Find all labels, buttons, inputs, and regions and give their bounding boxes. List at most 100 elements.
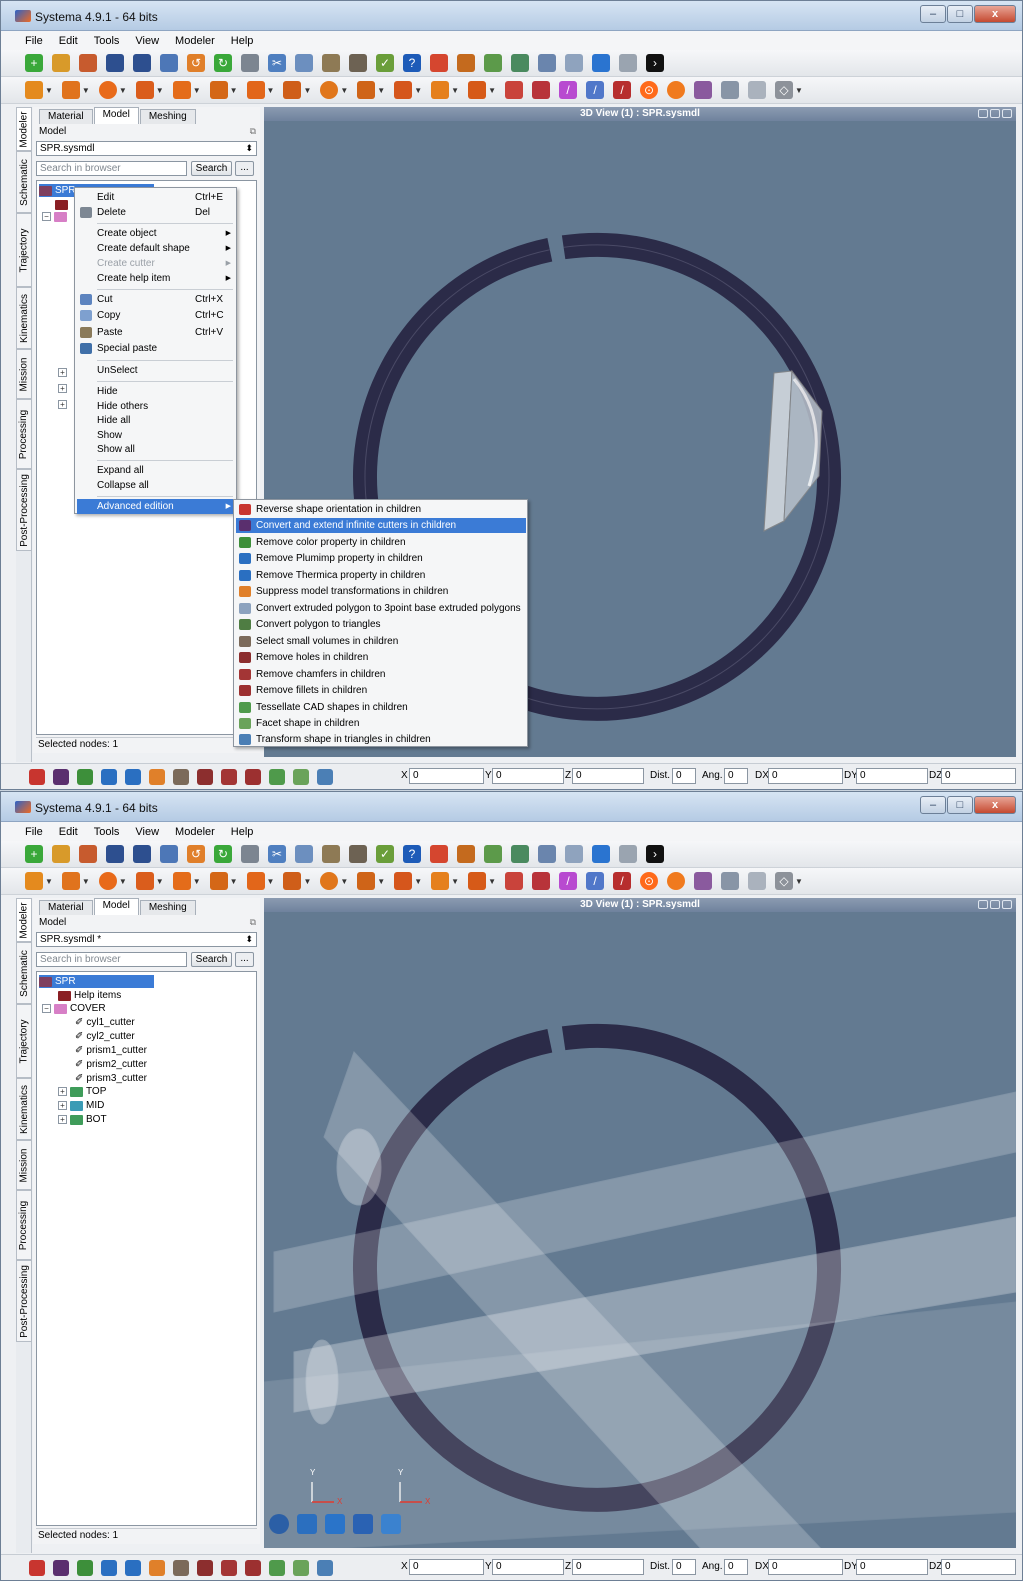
tab-post-processing[interactable]: Post-Processing xyxy=(16,469,32,551)
line-c-icon[interactable]: / xyxy=(612,81,631,99)
open-icon[interactable] xyxy=(52,845,70,863)
script-icon[interactable] xyxy=(592,54,610,72)
view-max-icon[interactable] xyxy=(990,900,1000,909)
panel-float-icon[interactable]: ⧉ xyxy=(250,917,256,928)
close-file-icon[interactable] xyxy=(79,845,97,863)
tree-node-cutter[interactable]: ✐ prism3_cutter xyxy=(75,1072,147,1085)
dx-field[interactable]: 0 xyxy=(768,1559,843,1575)
help-icon[interactable]: ? xyxy=(403,54,421,72)
chevron-down-icon[interactable]: ▼ xyxy=(340,877,348,886)
chevron-down-icon[interactable]: ▼ xyxy=(488,86,496,95)
search-input[interactable]: Search in browser xyxy=(36,161,187,176)
special-paste-icon[interactable] xyxy=(349,54,367,72)
tree-expander[interactable]: + xyxy=(58,382,67,395)
assembly-gray-icon[interactable] xyxy=(747,81,766,99)
menu-item-advanced-edition[interactable]: Advanced edition ▶ xyxy=(77,499,235,514)
submenu-item[interactable]: Remove Thermica property in children xyxy=(236,568,526,583)
paste-icon[interactable] xyxy=(322,54,340,72)
suppress-transform-icon[interactable] xyxy=(149,768,165,785)
image-export-icon[interactable] xyxy=(511,845,529,863)
chevron-down-icon[interactable]: ▼ xyxy=(488,877,496,886)
diamond-icon[interactable]: ◇ xyxy=(774,872,793,890)
menu-item-hide-all[interactable]: Hide all xyxy=(77,413,235,428)
3d-viewport[interactable]: Y X Y X xyxy=(264,912,1016,1548)
search-button[interactable]: Search xyxy=(191,952,232,967)
chevron-down-icon[interactable]: ▼ xyxy=(82,877,90,886)
submenu-item[interactable]: Suppress model transformations in childr… xyxy=(236,584,526,599)
remove-plumimp-icon[interactable] xyxy=(101,1559,117,1576)
grid-icon[interactable] xyxy=(538,845,556,863)
menu-item-expand-all[interactable]: Expand all xyxy=(77,463,235,478)
torus-shape-icon[interactable] xyxy=(357,872,376,890)
remove-thermica-icon[interactable] xyxy=(125,1559,141,1576)
maximize-button[interactable]: □ xyxy=(947,796,973,814)
menu-file[interactable]: File xyxy=(25,826,43,838)
save-icon[interactable] xyxy=(106,54,124,72)
dx-field[interactable]: 0 xyxy=(768,768,843,784)
menu-view[interactable]: View xyxy=(135,35,159,47)
menu-item-special-paste[interactable]: Special paste xyxy=(77,341,235,356)
chevron-down-icon[interactable]: ▼ xyxy=(45,86,53,95)
expand-icon[interactable]: + xyxy=(58,400,67,409)
sphere-shape-icon[interactable] xyxy=(98,81,117,99)
dz-field[interactable]: 0 xyxy=(941,768,1016,784)
group-icon[interactable] xyxy=(693,872,712,890)
remove-holes-icon[interactable] xyxy=(197,768,213,785)
tree-node-bot[interactable]: + BOT xyxy=(58,1113,107,1126)
copy-icon[interactable] xyxy=(295,54,313,72)
triangle-shape-icon[interactable] xyxy=(25,872,43,890)
undo-icon[interactable]: ↺ xyxy=(187,54,205,72)
tab-model[interactable]: Model xyxy=(93,107,139,124)
submenu-item-convert-cutters[interactable]: Convert and extend infinite cutters in c… xyxy=(236,518,526,533)
tree-node-spr[interactable]: SPR xyxy=(39,975,154,988)
chevron-down-icon[interactable]: ▼ xyxy=(230,877,238,886)
cutter-b-icon[interactable] xyxy=(531,872,550,890)
line-b-icon[interactable]: / xyxy=(585,81,604,99)
plate-shape-icon[interactable] xyxy=(61,81,80,99)
trash-icon[interactable] xyxy=(241,54,259,72)
menu-item-collapse-all[interactable]: Collapse all xyxy=(77,478,235,493)
cylinder-shape-icon[interactable] xyxy=(283,872,302,890)
camera-reset-icon[interactable] xyxy=(269,1514,289,1534)
cube-shape-icon[interactable] xyxy=(209,872,228,890)
save-as-icon[interactable] xyxy=(133,845,151,863)
script-gray-icon[interactable] xyxy=(619,54,637,72)
tab-processing[interactable]: Processing xyxy=(16,399,32,469)
expand-icon[interactable]: + xyxy=(58,1087,67,1096)
plate-shape-icon[interactable] xyxy=(61,872,80,890)
grid-icon[interactable] xyxy=(538,54,556,72)
chevron-down-icon[interactable]: ▼ xyxy=(414,86,422,95)
cylinder-shape-icon[interactable] xyxy=(283,81,302,99)
wedge-shape-icon[interactable] xyxy=(468,81,487,99)
script-gray-icon[interactable] xyxy=(619,845,637,863)
reverse-orientation-icon[interactable] xyxy=(29,768,45,785)
ball-shape-icon[interactable] xyxy=(320,81,339,99)
close-button[interactable]: x xyxy=(974,796,1016,814)
chevron-down-icon[interactable]: ▼ xyxy=(119,877,127,886)
tab-modeler[interactable]: Modeler xyxy=(16,107,32,151)
tab-trajectory[interactable]: Trajectory xyxy=(16,213,32,287)
menu-item-paste[interactable]: Paste Ctrl+V xyxy=(77,325,235,340)
chevron-down-icon[interactable]: ▼ xyxy=(267,86,275,95)
tab-mission[interactable]: Mission xyxy=(16,1140,32,1190)
remove-fillets-icon[interactable] xyxy=(245,1559,261,1576)
cut-icon[interactable]: ✂ xyxy=(268,845,286,863)
dy-field[interactable]: 0 xyxy=(856,768,928,784)
select-small-icon[interactable] xyxy=(173,1559,189,1576)
convert-cutter-icon[interactable] xyxy=(53,1559,69,1576)
triangles-icon[interactable] xyxy=(317,768,333,785)
group-icon[interactable] xyxy=(693,81,712,99)
chevron-down-icon[interactable]: ▼ xyxy=(795,877,803,886)
model-file-select[interactable]: SPR.sysmdl ⬍ xyxy=(36,141,257,156)
triangle-shape-icon[interactable] xyxy=(25,81,43,99)
tool-a-icon[interactable] xyxy=(430,845,448,863)
dist-field[interactable]: 0 xyxy=(672,768,696,784)
tree-expander[interactable]: + xyxy=(58,366,67,379)
ang-field[interactable]: 0 xyxy=(724,768,748,784)
cutter-b-icon[interactable] xyxy=(531,81,550,99)
save-all-icon[interactable] xyxy=(160,845,178,863)
submenu-item[interactable]: Remove color property in children xyxy=(236,535,526,550)
x-field[interactable]: 0 xyxy=(409,768,484,784)
window-icon[interactable] xyxy=(565,54,583,72)
chevron-down-icon[interactable]: ▼ xyxy=(156,877,164,886)
